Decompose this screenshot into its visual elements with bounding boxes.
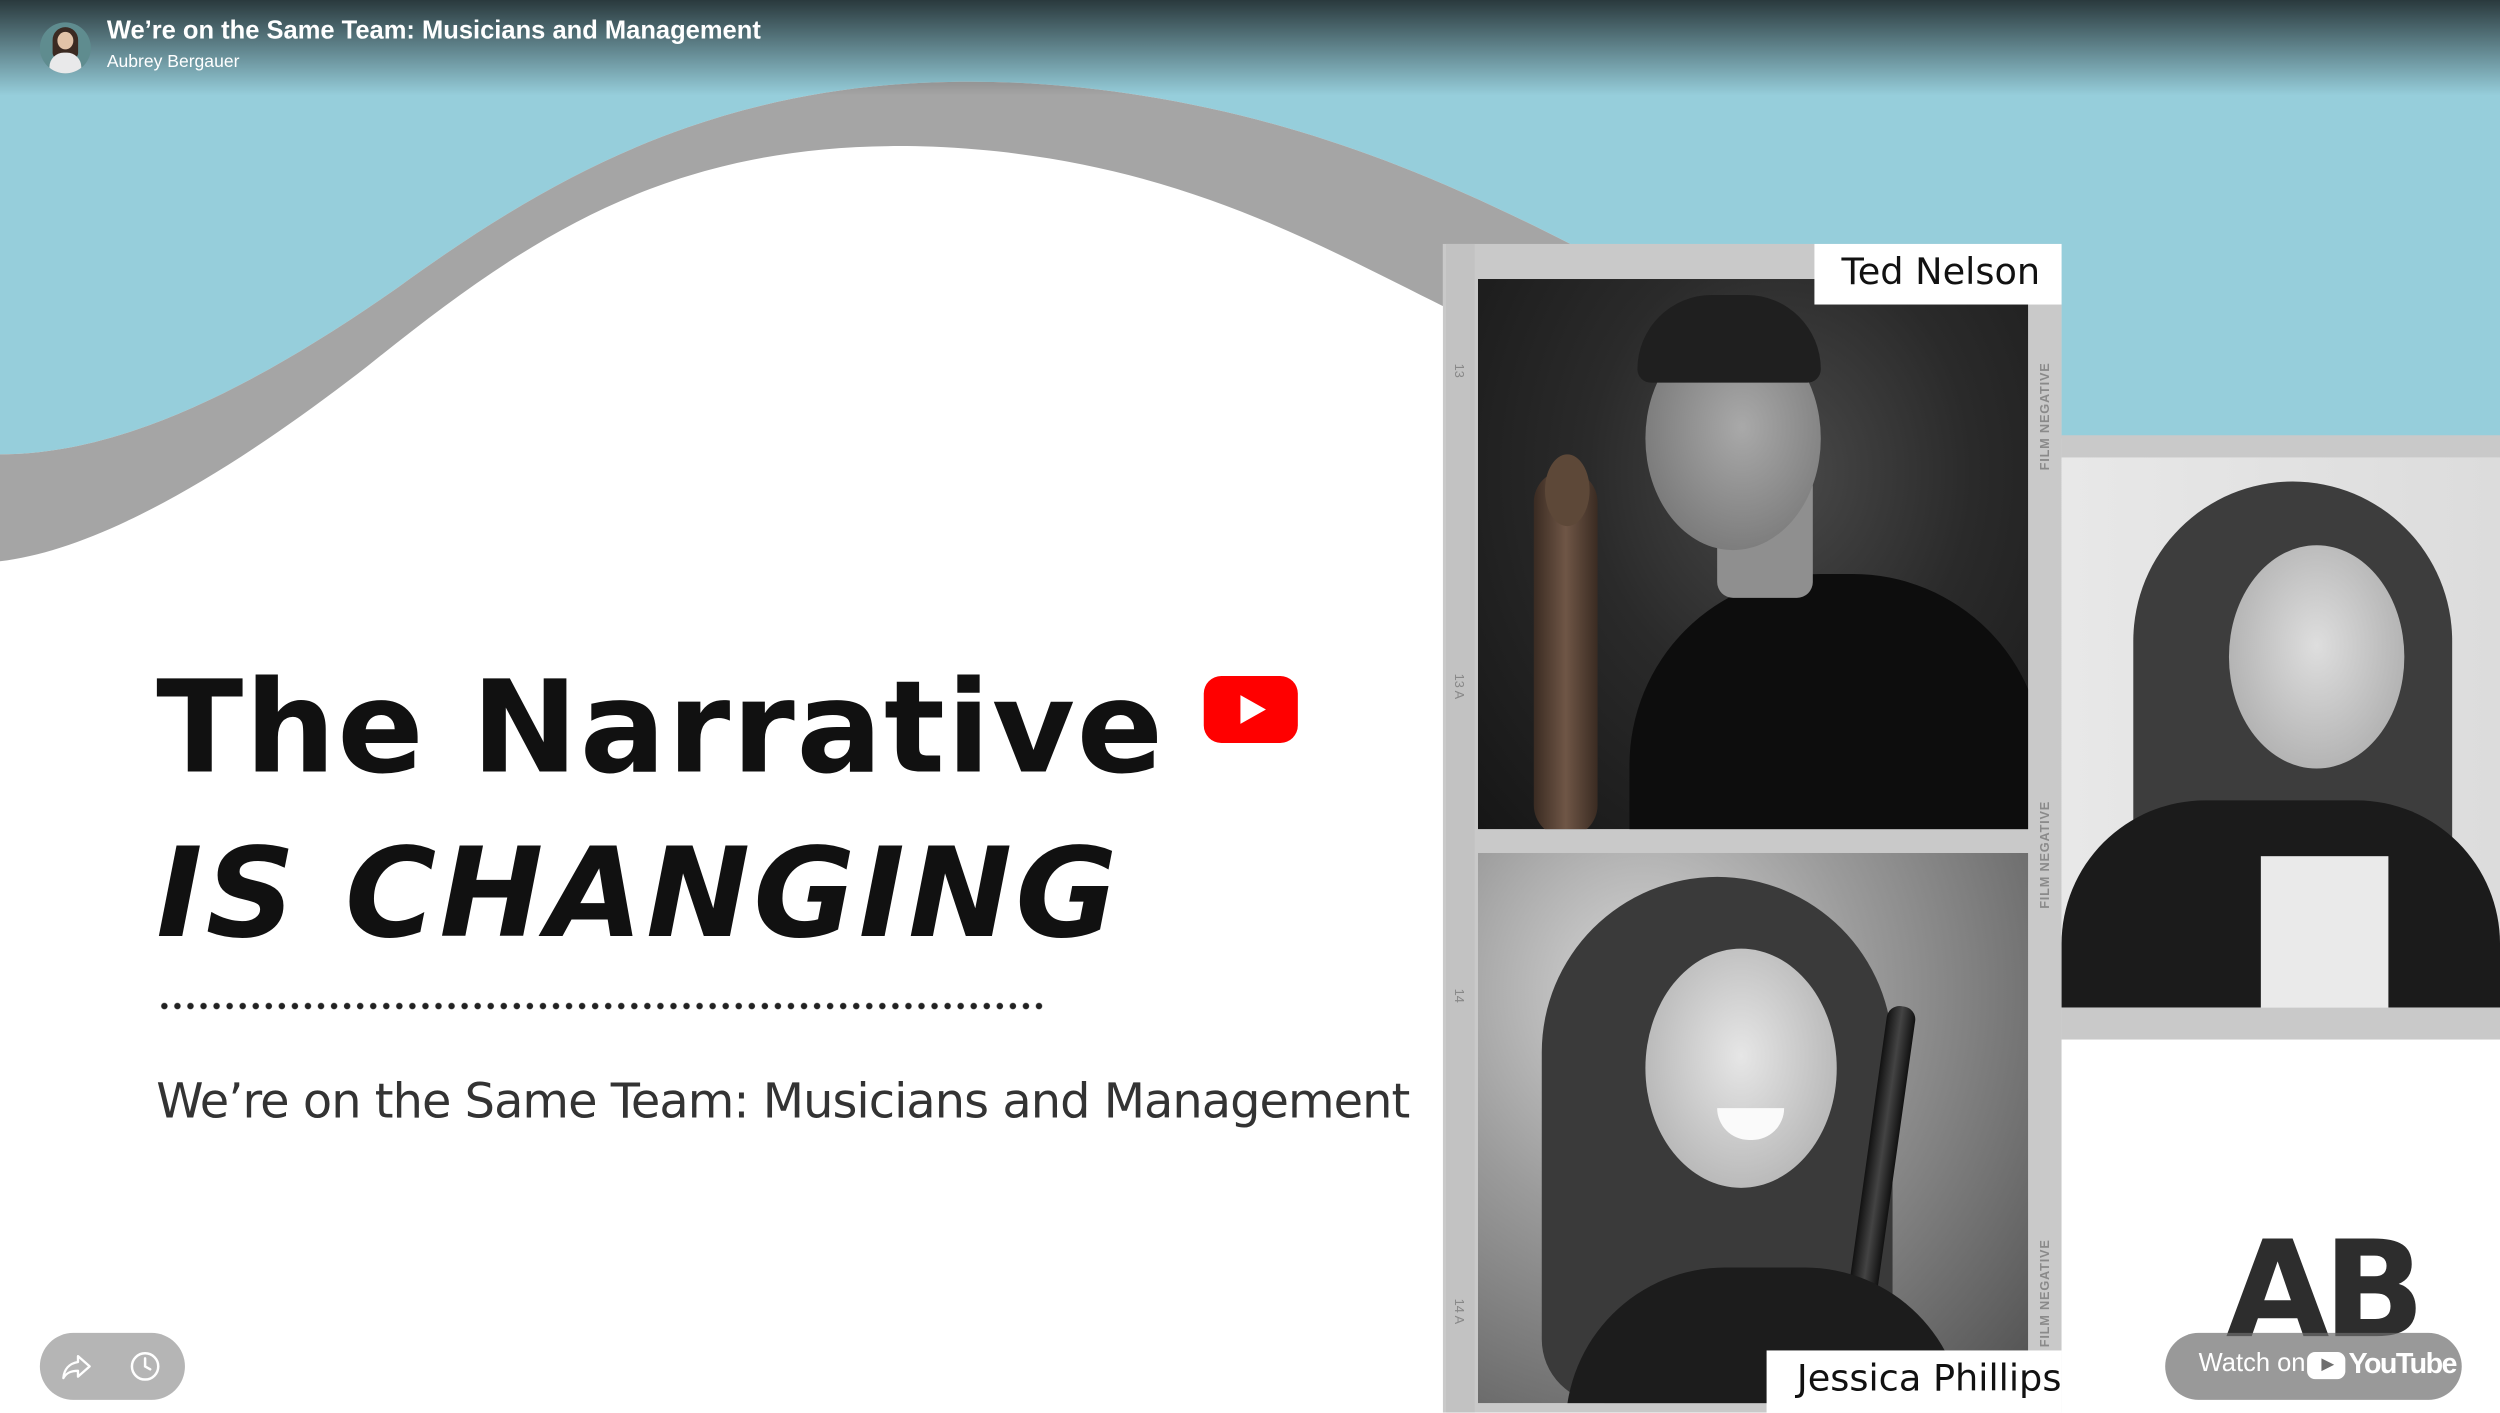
watch-on-youtube-button[interactable]: Watch on YouTube [2165, 1332, 2462, 1400]
avatar-body [49, 52, 82, 74]
blouse-shape [2260, 856, 2389, 1008]
watch-on-label: Watch on [2198, 1350, 2306, 1378]
film-negative-label: FILM NEGATIVE [2037, 362, 2052, 471]
frame-number: 14 [1451, 988, 1467, 1003]
film-border [2061, 1007, 2500, 1040]
film-negative-label: FILM NEGATIVE [2037, 1239, 2052, 1348]
speaker-label-jessica: Jessica Phillips [1766, 1350, 2062, 1413]
embed-actions [39, 1332, 185, 1400]
photo-jessica-phillips [1477, 852, 2029, 1404]
photo-speaker-3 [2061, 457, 2500, 1008]
film-negative-label: FILM NEGATIVE [2037, 800, 2052, 909]
clock-icon[interactable] [128, 1349, 163, 1384]
slide-subtitle: We’re on the Same Team: Musicians and Ma… [156, 1074, 1410, 1131]
youtube-logo-icon [2307, 1352, 2346, 1380]
video-title-link[interactable]: We’re on the Same Team: Musicians and Ma… [107, 18, 761, 47]
video-title-bar: We’re on the Same Team: Musicians and Ma… [0, 0, 2500, 96]
hair-shape [1637, 294, 1821, 383]
film-edge [1446, 243, 1475, 1413]
youtube-wordmark: YouTube [2348, 1347, 2458, 1380]
share-arrow-icon[interactable] [59, 1349, 94, 1384]
headline-line-1: The Narrative [156, 653, 1165, 802]
video-embed[interactable]: The Narrative IS CHANGING We’re on the S… [0, 0, 2500, 1413]
face-shape [1645, 948, 1837, 1188]
speaker-name: Jessica Phillips [1796, 1358, 2062, 1400]
frame-number: 13 [1451, 363, 1467, 378]
avatar-head [57, 31, 74, 50]
speaker-name: Ted Nelson [1841, 251, 2041, 294]
channel-name-link[interactable]: Aubrey Bergauer [107, 53, 240, 72]
cello-scroll [1544, 454, 1590, 527]
play-button[interactable] [1203, 676, 1298, 743]
headline-line-2: IS CHANGING [156, 822, 1121, 967]
frame-number: 14 A [1451, 1298, 1467, 1325]
shirt-shape [1629, 573, 2029, 830]
frame-number: 13 A [1451, 673, 1467, 700]
play-icon [1240, 695, 1266, 724]
speaker-label-ted: Ted Nelson [1814, 243, 2062, 305]
photo-ted-nelson [1477, 279, 2029, 830]
film-border [2061, 435, 2500, 458]
face-shape [2228, 545, 2405, 769]
dotted-divider [157, 1001, 1048, 1011]
channel-avatar[interactable] [39, 22, 91, 74]
